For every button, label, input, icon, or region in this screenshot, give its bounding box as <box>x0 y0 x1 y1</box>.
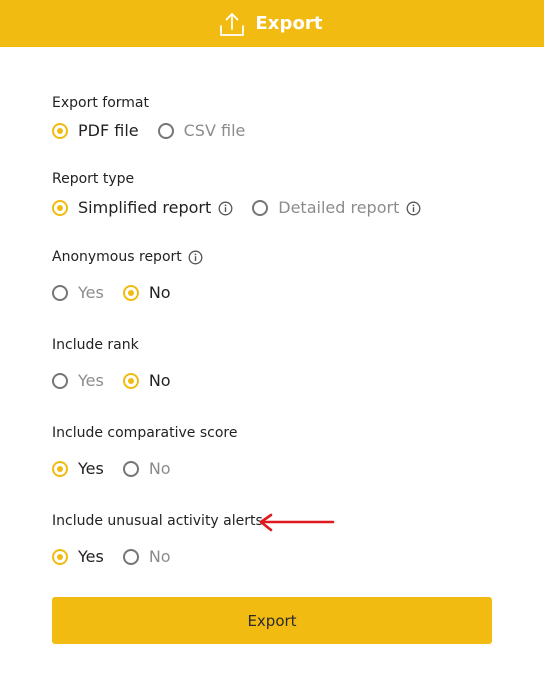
include-unusual-activity-alerts-options: Yes No <box>52 547 190 567</box>
section-label: Report type <box>52 171 135 187</box>
section-label: Export format <box>52 95 149 111</box>
radio-label: CSV file <box>183 121 246 140</box>
radio-unselected-indicator[interactable] <box>252 200 269 216</box>
include-rank-section: Include rank Yes No <box>52 335 171 390</box>
anonymous-report-options: Yes No <box>52 283 190 303</box>
radio-yes[interactable]: Yes <box>52 371 104 391</box>
include-rank-options: Yes No <box>52 371 190 391</box>
export-format-options: PDF file CSV file <box>52 121 264 141</box>
radio-label: No <box>148 283 171 302</box>
radio-pdf-file[interactable]: PDF file <box>52 121 139 141</box>
radio-unselected-indicator[interactable] <box>122 461 139 477</box>
radio-unselected-indicator[interactable] <box>52 373 68 389</box>
radio-no[interactable]: No <box>122 459 171 479</box>
radio-selected-indicator[interactable] <box>52 123 68 139</box>
radio-selected-indicator[interactable] <box>52 461 68 477</box>
radio-detailed-report[interactable]: Detailed report <box>252 198 421 218</box>
radio-no[interactable]: No <box>122 283 171 303</box>
page-title: Export <box>255 13 323 34</box>
export-button-label: Export <box>247 611 297 630</box>
export-button[interactable]: Export <box>52 597 492 644</box>
info-icon[interactable] <box>406 201 421 216</box>
radio-label: No <box>148 459 171 478</box>
include-comparative-score-options: Yes No <box>52 459 190 479</box>
radio-label: Yes <box>78 371 104 390</box>
export-header: Export <box>0 0 544 47</box>
radio-unselected-indicator[interactable] <box>52 285 68 301</box>
radio-no[interactable]: No <box>122 547 171 567</box>
export-format-section: Export format PDF file CSV file <box>52 93 245 140</box>
section-label: Include comparative score <box>52 425 238 441</box>
anonymous-report-section: Anonymous report Yes No <box>52 247 203 302</box>
radio-yes[interactable]: Yes <box>52 547 104 567</box>
radio-csv-file[interactable]: CSV file <box>157 121 246 141</box>
report-type-section: Report type Simplified report Detailed r… <box>52 169 421 217</box>
radio-label: Simplified report <box>78 198 212 217</box>
info-icon[interactable] <box>188 250 203 265</box>
report-type-options: Simplified report Detailed report <box>52 198 440 218</box>
radio-selected-indicator[interactable] <box>122 373 139 389</box>
section-label-row: Anonymous report <box>52 247 203 267</box>
radio-no[interactable]: No <box>122 371 171 391</box>
section-label: Include unusual activity alerts <box>52 513 263 529</box>
upload-icon <box>219 11 245 37</box>
section-label: Include rank <box>52 337 139 353</box>
red-arrow-left-icon <box>257 512 337 540</box>
radio-label: No <box>148 547 171 566</box>
radio-yes[interactable]: Yes <box>52 283 104 303</box>
include-unusual-activity-alerts-section: Include unusual activity alerts Yes No <box>52 511 263 566</box>
radio-selected-indicator[interactable] <box>52 200 68 216</box>
radio-label: PDF file <box>78 121 139 140</box>
include-comparative-score-section: Include comparative score Yes No <box>52 423 238 478</box>
section-label: Anonymous report <box>52 249 182 265</box>
radio-label: Yes <box>78 459 104 478</box>
radio-label: No <box>148 371 171 390</box>
radio-yes[interactable]: Yes <box>52 459 104 479</box>
radio-label: Yes <box>78 547 104 566</box>
radio-selected-indicator[interactable] <box>122 285 139 301</box>
radio-label: Yes <box>78 283 104 302</box>
radio-unselected-indicator[interactable] <box>122 549 139 565</box>
radio-selected-indicator[interactable] <box>52 549 68 565</box>
info-icon[interactable] <box>218 201 233 216</box>
radio-label: Detailed report <box>278 198 400 217</box>
radio-simplified-report[interactable]: Simplified report <box>52 198 233 218</box>
radio-unselected-indicator[interactable] <box>157 123 174 139</box>
